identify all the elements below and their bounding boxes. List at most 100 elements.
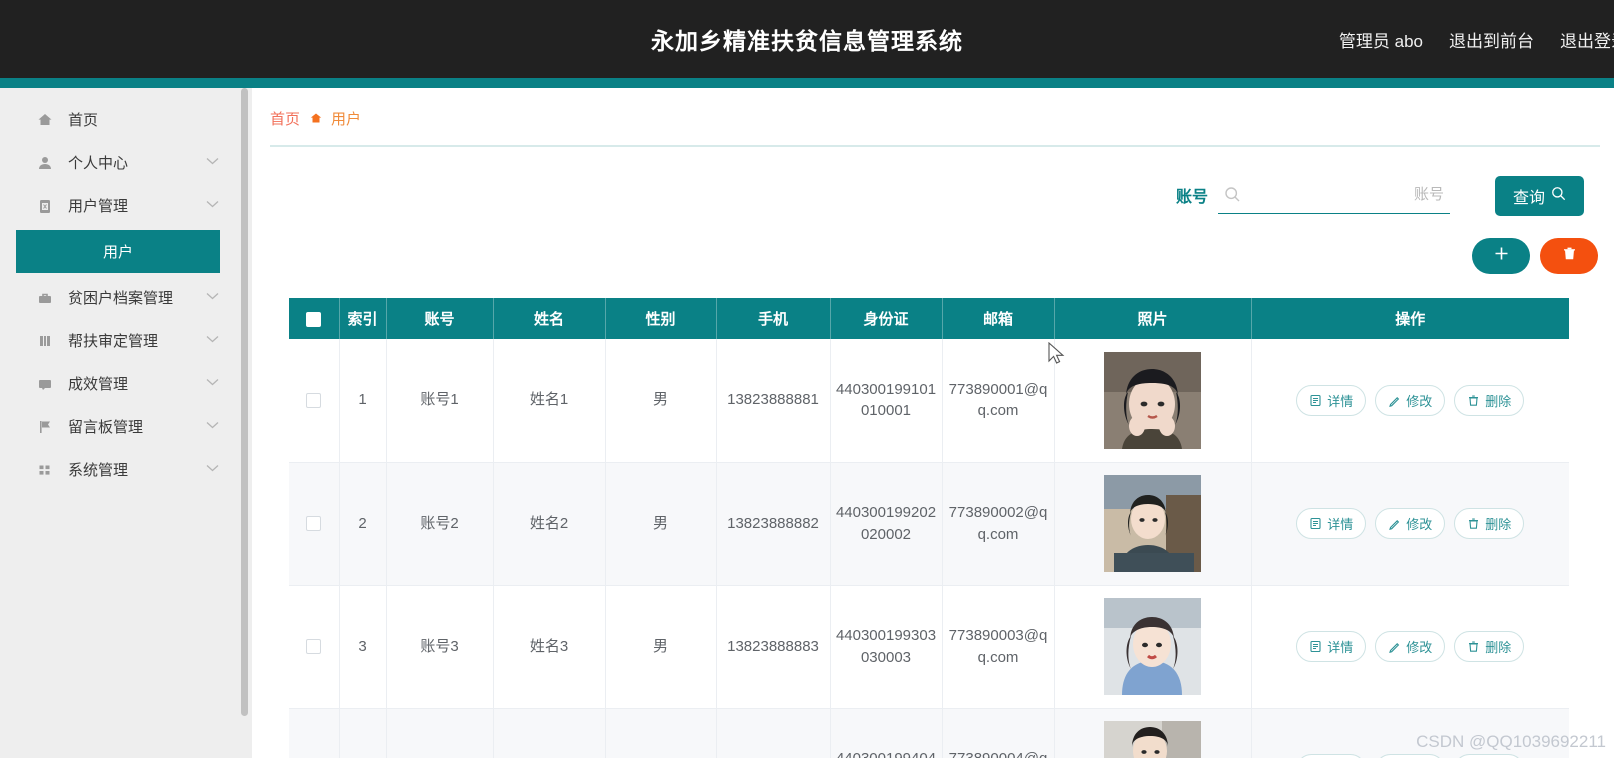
search-field[interactable]	[1218, 176, 1450, 214]
sidebar-item-system-management[interactable]: 系统管理	[0, 448, 252, 491]
cell-idcard: 440300199101010001	[830, 339, 943, 463]
cell-photo	[1054, 462, 1252, 586]
table-body: 1 账号1 姓名1 男 13823888881 4403001991010100…	[289, 339, 1569, 758]
row-checkbox[interactable]	[306, 639, 322, 655]
sidebar-label-home: 首页	[68, 112, 99, 129]
plus-icon	[1493, 245, 1510, 268]
table-row: 1 账号1 姓名1 男 13823888881 4403001991010100…	[289, 339, 1569, 463]
email-value: 773890002@qq.com	[948, 503, 1048, 543]
row-select-cell	[289, 462, 340, 586]
sidebar-scrollbar-thumb[interactable]	[241, 88, 248, 716]
trash-icon	[1467, 394, 1480, 407]
cell-index: 2	[339, 462, 387, 586]
trash-icon	[1467, 640, 1480, 653]
detail-button[interactable]: 详情	[1296, 384, 1367, 416]
breadcrumb-home[interactable]: 首页	[270, 108, 300, 129]
detail-label: 详情	[1327, 393, 1354, 409]
search-submit-button[interactable]: 查询	[1494, 176, 1584, 216]
logout-link[interactable]: 退出登录	[1560, 27, 1614, 52]
chevron-down-icon	[206, 200, 222, 211]
cell-gender: 男	[605, 462, 717, 586]
avatar[interactable]	[1104, 351, 1201, 449]
idcard-value: 440300199303030003	[835, 626, 937, 666]
cell-index: 3	[339, 585, 387, 709]
edit-button[interactable]: 修改	[1375, 754, 1446, 758]
header-links: 管理员 abo 退出到前台 退出登录	[1339, 0, 1614, 78]
search-icon	[1224, 186, 1242, 204]
sidebar-label-system-management: 系统管理	[68, 462, 129, 479]
detail-button[interactable]: 详情	[1296, 508, 1367, 539]
row-actions: 详情 修改 删除	[1256, 754, 1566, 758]
delete-label: 删除	[1485, 640, 1512, 655]
cell-name: 姓名2	[493, 462, 606, 586]
cell-email: 773890003@qq.com	[942, 585, 1055, 709]
home-marker-icon	[309, 112, 322, 125]
row-actions: 详情 修改 删除	[1256, 508, 1566, 539]
sidebar-scrollbar-track[interactable]	[241, 88, 250, 758]
detail-label: 详情	[1327, 517, 1354, 532]
row-checkbox[interactable]	[306, 392, 322, 408]
cell-email: 773890004@qq.com	[942, 708, 1055, 758]
cell-gender: 男	[605, 708, 717, 758]
document-icon	[1309, 394, 1322, 407]
cell-operations: 详情 修改 删除	[1251, 462, 1569, 586]
row-checkbox[interactable]	[306, 516, 322, 532]
sidebar: 首页 个人中心 用户管理 用户 贫困户档案管理 帮扶审定管理 成效管理 留言板管…	[0, 88, 252, 758]
sidebar-item-assistance-approval[interactable]: 帮扶审定管理	[0, 319, 252, 362]
clipboard-icon	[36, 197, 54, 215]
delete-label: 删除	[1485, 393, 1512, 409]
exit-to-frontend-link[interactable]: 退出到前台	[1449, 27, 1534, 52]
delete-button[interactable]: 删除	[1454, 508, 1525, 539]
delete-label: 删除	[1485, 517, 1512, 532]
edit-button[interactable]: 修改	[1375, 631, 1446, 662]
trash-icon	[1467, 517, 1480, 530]
sidebar-item-home[interactable]: 首页	[0, 98, 252, 141]
sidebar-item-user-management[interactable]: 用户管理	[0, 184, 252, 227]
sidebar-item-effectiveness-management[interactable]: 成效管理	[0, 362, 252, 405]
select-all-header	[289, 298, 340, 339]
sidebar-item-message-board[interactable]: 留言板管理	[0, 405, 252, 448]
delete-button[interactable]: 删除	[1454, 384, 1525, 416]
col-gender: 性别	[604, 298, 717, 339]
edit-button[interactable]: 修改	[1375, 508, 1446, 539]
avatar[interactable]	[1104, 598, 1201, 695]
comment-icon	[36, 375, 54, 393]
edit-label: 修改	[1406, 640, 1433, 655]
col-account: 账号	[385, 298, 494, 339]
sidebar-item-poor-household-archive[interactable]: 贫困户档案管理	[0, 276, 252, 319]
table-row: 4 账号4 姓名4 男 13823888884 4403001994040400…	[289, 708, 1569, 758]
home-icon	[36, 111, 54, 129]
row-select-cell	[289, 708, 340, 758]
avatar[interactable]	[1104, 475, 1201, 572]
edit-label: 修改	[1406, 393, 1433, 409]
avatar[interactable]	[1104, 721, 1201, 758]
cell-photo	[1054, 708, 1252, 758]
grid-icon	[36, 461, 54, 479]
table-row: 2 账号2 姓名2 男 13823888882 4403001992020200…	[289, 462, 1569, 586]
chevron-down-icon	[206, 157, 222, 168]
search-icon	[1551, 186, 1566, 206]
col-email: 邮箱	[941, 298, 1055, 339]
edit-button[interactable]: 修改	[1375, 384, 1446, 416]
col-name: 姓名	[492, 298, 606, 339]
delete-selected-button[interactable]	[1540, 238, 1598, 274]
delete-button[interactable]: 删除	[1454, 631, 1525, 662]
col-idcard: 身份证	[829, 298, 943, 339]
cell-account: 账号2	[386, 462, 494, 586]
cell-name: 姓名1	[493, 339, 606, 463]
detail-button[interactable]: 详情	[1296, 631, 1367, 662]
cell-email: 773890001@qq.com	[942, 339, 1055, 463]
email-value: 773890001@qq.com	[948, 380, 1048, 420]
sidebar-item-users[interactable]: 用户	[16, 230, 220, 273]
main-content: 首页 用户 账号 查询	[252, 88, 1614, 758]
add-record-button[interactable]	[1472, 238, 1530, 274]
select-all-checkbox[interactable]	[306, 311, 322, 327]
detail-button[interactable]: 详情	[1296, 754, 1367, 758]
users-table: 索引 账号 姓名 性别 手机 身份证 邮箱 照片 操作 1 账号1 姓名1 男 …	[289, 298, 1569, 758]
idcard-value: 440300199202020002	[835, 503, 937, 543]
breadcrumb-current[interactable]: 用户	[331, 108, 361, 129]
sidebar-item-personal-center[interactable]: 个人中心	[0, 141, 252, 184]
delete-button[interactable]: 删除	[1454, 754, 1525, 758]
search-input[interactable]	[1242, 186, 1450, 203]
cell-photo	[1054, 339, 1252, 463]
